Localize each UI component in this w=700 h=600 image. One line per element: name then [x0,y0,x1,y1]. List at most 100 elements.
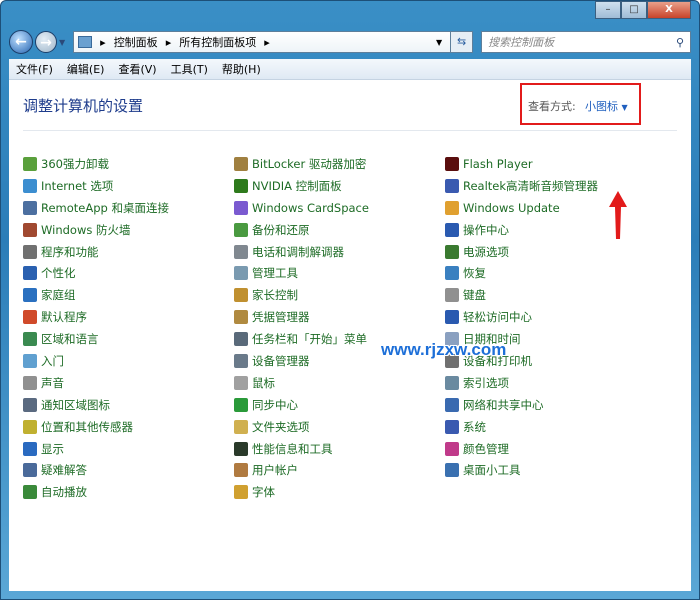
item-label[interactable]: 系统 [463,419,486,435]
control-panel-item[interactable]: Realtek高清晰音频管理器 [445,175,656,197]
search-input[interactable]: 搜索控制面板 ⚲ [481,31,691,53]
view-by-value[interactable]: 小图标 [585,100,618,113]
item-label[interactable]: 区域和语言 [41,331,99,347]
control-panel-item[interactable]: 索引选项 [445,372,656,394]
item-label[interactable]: 网络和共享中心 [463,397,544,413]
item-label[interactable]: 管理工具 [252,265,298,281]
control-panel-item[interactable]: 键盘 [445,284,656,306]
control-panel-item[interactable]: 桌面小工具 [445,459,656,481]
item-label[interactable]: BitLocker 驱动器加密 [252,156,366,172]
item-label[interactable]: 凭据管理器 [252,309,310,325]
item-label[interactable]: 电话和调制解调器 [252,244,344,260]
item-label[interactable]: 程序和功能 [41,244,99,260]
item-label[interactable]: 索引选项 [463,375,509,391]
control-panel-item[interactable]: 家长控制 [234,284,445,306]
control-panel-item[interactable]: 恢复 [445,262,656,284]
control-panel-item[interactable]: 系统 [445,416,656,438]
control-panel-item[interactable]: 声音 [23,372,234,394]
item-label[interactable]: 颜色管理 [463,441,509,457]
item-label[interactable]: 家长控制 [252,287,298,303]
item-label[interactable]: 用户帐户 [252,462,298,478]
control-panel-item[interactable]: 轻松访问中心 [445,306,656,328]
control-panel-item[interactable]: BitLocker 驱动器加密 [234,153,445,175]
control-panel-item[interactable]: 电源选项 [445,241,656,263]
control-panel-item[interactable]: 区域和语言 [23,328,234,350]
control-panel-item[interactable]: 同步中心 [234,394,445,416]
item-label[interactable]: 家庭组 [41,287,76,303]
breadcrumb-separator-icon[interactable]: ▸ [100,36,106,49]
item-label[interactable]: 个性化 [41,265,76,281]
breadcrumb-separator-icon[interactable]: ▸ [264,36,270,49]
item-label[interactable]: 同步中心 [252,397,298,413]
item-label[interactable]: 自动播放 [41,484,87,500]
control-panel-item[interactable]: 显示 [23,438,234,460]
control-panel-item[interactable]: 操作中心 [445,219,656,241]
control-panel-item[interactable]: 电话和调制解调器 [234,241,445,263]
item-label[interactable]: 操作中心 [463,222,509,238]
chevron-down-icon[interactable]: ▼ [622,103,628,112]
address-dropdown-icon[interactable]: ▼ [436,38,442,47]
control-panel-item[interactable]: RemoteApp 和桌面连接 [23,197,234,219]
item-label[interactable]: Windows CardSpace [252,201,369,215]
control-panel-item[interactable]: Flash Player [445,153,656,175]
control-panel-item[interactable]: Internet 选项 [23,175,234,197]
view-by-dropdown[interactable]: 小图标 ▼ [585,98,628,114]
back-button[interactable]: ← [9,30,33,54]
control-panel-item[interactable]: NVIDIA 控制面板 [234,175,445,197]
recent-pages-dropdown-icon[interactable]: ▼ [59,38,65,47]
item-label[interactable]: 键盘 [463,287,486,303]
item-label[interactable]: 入门 [41,353,64,369]
item-label[interactable]: 声音 [41,375,64,391]
breadcrumb-control-panel[interactable]: 控制面板 [114,34,158,50]
menu-edit[interactable]: 编辑(E) [60,61,112,77]
control-panel-item[interactable]: 性能信息和工具 [234,438,445,460]
menu-view[interactable]: 查看(V) [111,61,163,77]
search-icon[interactable]: ⚲ [676,36,684,49]
control-panel-item[interactable]: 凭据管理器 [234,306,445,328]
item-label[interactable]: 通知区域图标 [41,397,110,413]
breadcrumb-all-items[interactable]: 所有控制面板项 [179,34,256,50]
menu-file[interactable]: 文件(F) [9,61,60,77]
control-panel-item[interactable]: 字体 [234,481,445,503]
forward-button[interactable]: → [35,31,57,53]
item-label[interactable]: Realtek高清晰音频管理器 [463,178,598,194]
control-panel-item[interactable]: Windows Update [445,197,656,219]
item-label[interactable]: Flash Player [463,157,533,171]
refresh-button[interactable]: ⇆ [451,31,474,53]
control-panel-item[interactable]: 网络和共享中心 [445,394,656,416]
item-label[interactable]: Windows Update [463,201,560,215]
control-panel-item[interactable]: 管理工具 [234,262,445,284]
item-label[interactable]: RemoteApp 和桌面连接 [41,200,169,216]
control-panel-item[interactable]: 位置和其他传感器 [23,416,234,438]
item-label[interactable]: 字体 [252,484,275,500]
item-label[interactable]: 设备管理器 [252,353,310,369]
item-label[interactable]: 位置和其他传感器 [41,419,133,435]
control-panel-item[interactable]: 个性化 [23,262,234,284]
control-panel-item[interactable]: 文件夹选项 [234,416,445,438]
control-panel-item[interactable]: 通知区域图标 [23,394,234,416]
item-label[interactable]: Internet 选项 [41,178,113,194]
item-label[interactable]: 恢复 [463,265,486,281]
control-panel-item[interactable]: 默认程序 [23,306,234,328]
control-panel-item[interactable]: 用户帐户 [234,459,445,481]
menu-tools[interactable]: 工具(T) [164,61,215,77]
item-label[interactable]: 默认程序 [41,309,87,325]
menu-help[interactable]: 帮助(H) [215,61,268,77]
item-label[interactable]: 性能信息和工具 [252,441,333,457]
control-panel-item[interactable]: 360强力卸载 [23,153,234,175]
item-label[interactable]: 显示 [41,441,64,457]
item-label[interactable]: 轻松访问中心 [463,309,532,325]
maximize-button[interactable]: □ [621,1,647,19]
control-panel-item[interactable]: 鼠标 [234,372,445,394]
control-panel-item[interactable]: 入门 [23,350,234,372]
item-label[interactable]: Windows 防火墙 [41,222,131,238]
control-panel-item[interactable]: 备份和还原 [234,219,445,241]
item-label[interactable]: 文件夹选项 [252,419,310,435]
close-button[interactable]: X [647,1,691,19]
control-panel-item[interactable]: 自动播放 [23,481,234,503]
address-bar[interactable]: ▸ 控制面板 ▸ 所有控制面板项 ▸ ▼ [73,31,452,53]
control-panel-item[interactable]: Windows 防火墙 [23,219,234,241]
item-label[interactable]: 鼠标 [252,375,275,391]
control-panel-item[interactable]: Windows CardSpace [234,197,445,219]
item-label[interactable]: 疑难解答 [41,462,87,478]
